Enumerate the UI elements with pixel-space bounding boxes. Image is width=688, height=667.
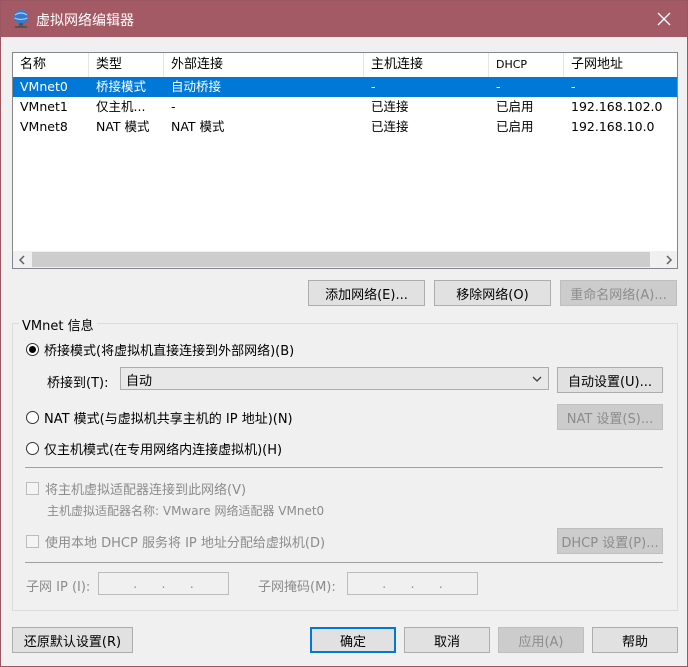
cell-host: - — [371, 79, 376, 94]
adapter-name-label: 主机虚拟适配器名称: VMware 网络适配器 VMnet0 — [47, 504, 325, 518]
network-list[interactable]: 名称 类型 外部连接 主机连接 DHCP 子网地址 VMnet0 桥接模式 自动… — [12, 52, 678, 269]
dhcp-checkbox[interactable]: 使用本地 DHCP 服务将 IP 地址分配给虚拟机(D) — [26, 531, 325, 551]
subnet-mask-input[interactable]: . . . — [347, 572, 478, 595]
bridge-to-value: 自动 — [126, 374, 153, 389]
checkbox-box — [26, 481, 39, 495]
virtual-network-editor-window: 虚拟网络编辑器 名称 类型 外部连接 主机连接 DHCP 子网地址 VMnet0… — [0, 0, 688, 667]
column-header-subnet[interactable]: 子网地址 — [564, 53, 677, 77]
dhcp-label: 使用本地 DHCP 服务将 IP 地址分配给虚拟机(D) — [45, 535, 326, 551]
vmnet-info-title: VMnet 信息 — [19, 315, 97, 334]
divider — [25, 562, 663, 563]
column-header-dhcp[interactable]: DHCP — [489, 53, 564, 77]
table-row-vmnet0[interactable]: VMnet0 桥接模式 自动桥接 - - - — [13, 77, 677, 97]
horizontal-scrollbar[interactable] — [13, 251, 677, 268]
nat-mode-label: NAT 模式(与虚拟机共享主机的 IP 地址)(N) — [44, 411, 293, 427]
list-rows: VMnet0 桥接模式 自动桥接 - - - VMnet1 仅主机... - 已… — [13, 77, 677, 137]
cell-subnet: - — [571, 79, 576, 94]
list-header: 名称 类型 外部连接 主机连接 DHCP 子网地址 — [13, 53, 677, 77]
host-only-label: 仅主机模式(在专用网络内连接虚拟机)(H) — [44, 442, 283, 458]
connect-adapter-label: 将主机虚拟适配器连接到此网络(V) — [45, 482, 247, 498]
cell-dhcp: 已启用 — [496, 119, 534, 134]
title-bar[interactable]: 虚拟网络编辑器 — [1, 1, 687, 37]
ip-dot: . — [161, 576, 166, 591]
cell-host: 已连接 — [371, 99, 409, 114]
cell-type: 仅主机... — [96, 99, 146, 114]
cell-external: NAT 模式 — [171, 119, 225, 134]
column-header-name[interactable]: 名称 — [13, 53, 89, 77]
cell-name: VMnet1 — [20, 99, 68, 114]
close-icon — [657, 12, 671, 26]
ip-dot: . — [133, 576, 138, 591]
dialog-client-area: 名称 类型 外部连接 主机连接 DHCP 子网地址 VMnet0 桥接模式 自动… — [1, 37, 687, 666]
auto-settings-button[interactable]: 自动设置(U)... — [557, 367, 663, 393]
add-network-button[interactable]: 添加网络(E)... — [308, 280, 425, 306]
cell-name: VMnet8 — [20, 119, 68, 134]
chevron-left-icon — [18, 254, 25, 265]
bridged-mode-radio[interactable]: 桥接模式(将虚拟机直接连接到外部网络)(B) — [26, 339, 294, 359]
dhcp-settings-button[interactable]: DHCP 设置(P)... — [557, 528, 663, 554]
chevron-right-icon — [665, 254, 672, 265]
ip-dot: . — [189, 576, 194, 591]
chevron-down-icon — [532, 376, 542, 382]
cell-type: 桥接模式 — [96, 79, 147, 94]
connect-adapter-checkbox[interactable]: 将主机虚拟适配器连接到此网络(V) — [26, 478, 246, 498]
checkbox-box — [26, 534, 39, 548]
nat-mode-radio[interactable]: NAT 模式(与虚拟机共享主机的 IP 地址)(N) — [26, 407, 293, 427]
restore-defaults-button[interactable]: 还原默认设置(R) — [12, 627, 133, 653]
column-header-host[interactable]: 主机连接 — [364, 53, 489, 77]
rename-network-button[interactable]: 重命名网络(A)... — [560, 280, 677, 306]
table-row-vmnet8[interactable]: VMnet8 NAT 模式 NAT 模式 已连接 已启用 192.168.10.… — [13, 117, 677, 137]
scroll-right-button[interactable] — [660, 251, 677, 268]
cancel-button[interactable]: 取消 — [404, 627, 490, 653]
ip-dot: . — [382, 576, 387, 591]
cell-dhcp: 已启用 — [496, 99, 534, 114]
ip-dot: . — [410, 576, 415, 591]
column-header-type[interactable]: 类型 — [89, 53, 164, 77]
subnet-ip-label: 子网 IP (I): — [26, 580, 91, 595]
cell-host: 已连接 — [371, 119, 409, 134]
scroll-left-button[interactable] — [13, 251, 30, 268]
bridged-mode-label: 桥接模式(将虚拟机直接连接到外部网络)(B) — [44, 343, 295, 359]
bridge-to-select[interactable]: 自动 — [120, 367, 549, 390]
help-button[interactable]: 帮助 — [592, 627, 678, 653]
cell-subnet: 192.168.102.0 — [571, 99, 663, 114]
subnet-mask-label: 子网掩码(M): — [258, 580, 336, 595]
subnet-ip-input[interactable]: . . . — [98, 572, 229, 595]
scroll-thumb[interactable] — [32, 252, 650, 267]
network-globe-icon — [14, 10, 28, 28]
bridge-to-label: 桥接到(T): — [47, 376, 109, 391]
radio-unchecked-indicator — [26, 410, 39, 424]
cell-subnet: 192.168.10.0 — [571, 119, 655, 134]
host-only-radio[interactable]: 仅主机模式(在专用网络内连接虚拟机)(H) — [26, 438, 282, 458]
nat-settings-button[interactable]: NAT 设置(S)... — [557, 404, 663, 430]
cell-external: 自动桥接 — [171, 79, 222, 94]
ip-dot: . — [438, 576, 443, 591]
close-button[interactable] — [641, 1, 687, 37]
cell-dhcp: - — [496, 79, 501, 94]
cell-name: VMnet0 — [20, 79, 68, 94]
ok-button[interactable]: 确定 — [310, 627, 396, 653]
radio-unchecked-indicator — [26, 441, 39, 455]
column-header-external[interactable]: 外部连接 — [164, 53, 364, 77]
cell-external: - — [171, 99, 176, 114]
cell-type: NAT 模式 — [96, 119, 150, 134]
table-row-vmnet1[interactable]: VMnet1 仅主机... - 已连接 已启用 192.168.102.0 — [13, 97, 677, 117]
radio-checked-indicator — [26, 342, 39, 356]
window-title: 虚拟网络编辑器 — [36, 13, 134, 29]
remove-network-button[interactable]: 移除网络(O) — [434, 280, 551, 306]
divider — [25, 467, 663, 468]
apply-button[interactable]: 应用(A) — [498, 627, 584, 653]
